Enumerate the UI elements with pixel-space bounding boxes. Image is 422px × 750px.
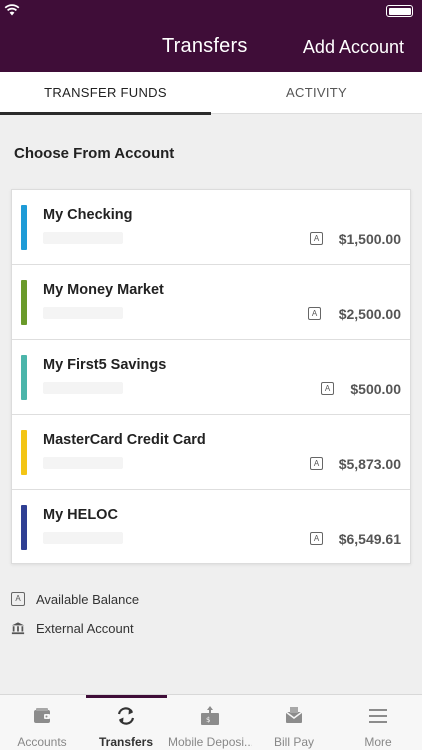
account-number-masked [43,457,123,469]
wallet-icon [34,708,50,723]
available-balance-badge: A [308,307,321,320]
svg-text:$: $ [206,716,210,724]
nav-bill-pay[interactable]: Bill Pay [252,695,336,750]
nav-accounts[interactable]: Accounts [0,695,84,750]
tab-transfer-funds[interactable]: TRANSFER FUNDS [0,72,211,115]
nav-label: Transfers [98,735,154,749]
tab-activity[interactable]: ACTIVITY [211,72,422,114]
account-number-masked [43,382,123,394]
available-balance-badge: A [310,232,323,245]
section-title: Choose From Account [14,145,175,162]
account-number-masked [43,532,123,544]
account-color-stripe [21,430,27,475]
account-row-my-heloc[interactable]: My HELOC A $6,549.61 [12,490,410,565]
tab-bar: TRANSFER FUNDS ACTIVITY [0,72,422,115]
legend-label: External Account [36,621,134,636]
account-list: My Checking A $1,500.00 My Money Market … [11,189,411,564]
account-row-my-first5-savings[interactable]: My First5 Savings A $500.00 [12,340,410,415]
account-name: My Checking [43,207,133,223]
account-name: My HELOC [43,507,118,523]
account-balance: $6,549.61 [338,531,401,547]
account-balance: $1,500.00 [338,231,401,247]
nav-label: Accounts [17,735,67,749]
account-row-mastercard-credit-card[interactable]: MasterCard Credit Card A $5,873.00 [12,415,410,490]
account-color-stripe [21,355,27,400]
app-header: Transfers Add Account [0,0,422,72]
menu-icon [369,709,387,723]
account-balance: $2,500.00 [338,306,401,322]
nav-more[interactable]: More [336,695,420,750]
available-balance-badge: A [310,532,323,545]
legend-label: Available Balance [36,592,140,607]
account-balance: $5,873.00 [338,456,401,472]
bill-pay-icon [285,707,303,723]
add-account-button[interactable]: Add Account [303,37,404,58]
transfer-arrows-icon [117,707,135,725]
account-row-my-checking[interactable]: My Checking A $1,500.00 [12,190,410,265]
nav-label: More [364,735,392,749]
wifi-icon [4,4,20,16]
account-color-stripe [21,505,27,550]
bank-icon [11,622,25,635]
account-name: MasterCard Credit Card [43,432,206,448]
account-color-stripe [21,205,27,250]
account-name: My Money Market [43,282,164,298]
account-name: My First5 Savings [43,357,167,373]
account-balance: $500.00 [350,381,401,397]
account-row-my-money-market[interactable]: My Money Market A $2,500.00 [12,265,410,340]
available-balance-badge: A [310,457,323,470]
page-title: Transfers [162,35,248,57]
nav-label: Mobile Deposi... [168,735,252,749]
available-balance-badge: A [321,382,334,395]
nav-mobile-deposit[interactable]: $ Mobile Deposi... [168,695,252,750]
status-bar [0,0,422,22]
nav-transfers[interactable]: Transfers [84,695,168,750]
available-balance-badge: A [11,592,25,606]
nav-label: Bill Pay [273,735,314,749]
mobile-deposit-icon: $ [201,706,219,725]
battery-icon [386,5,413,17]
bottom-navigation: Accounts Transfers $ Mobile Deposi... Bi… [0,694,422,750]
account-number-masked [43,307,123,319]
account-color-stripe [21,280,27,325]
account-number-masked [43,232,123,244]
